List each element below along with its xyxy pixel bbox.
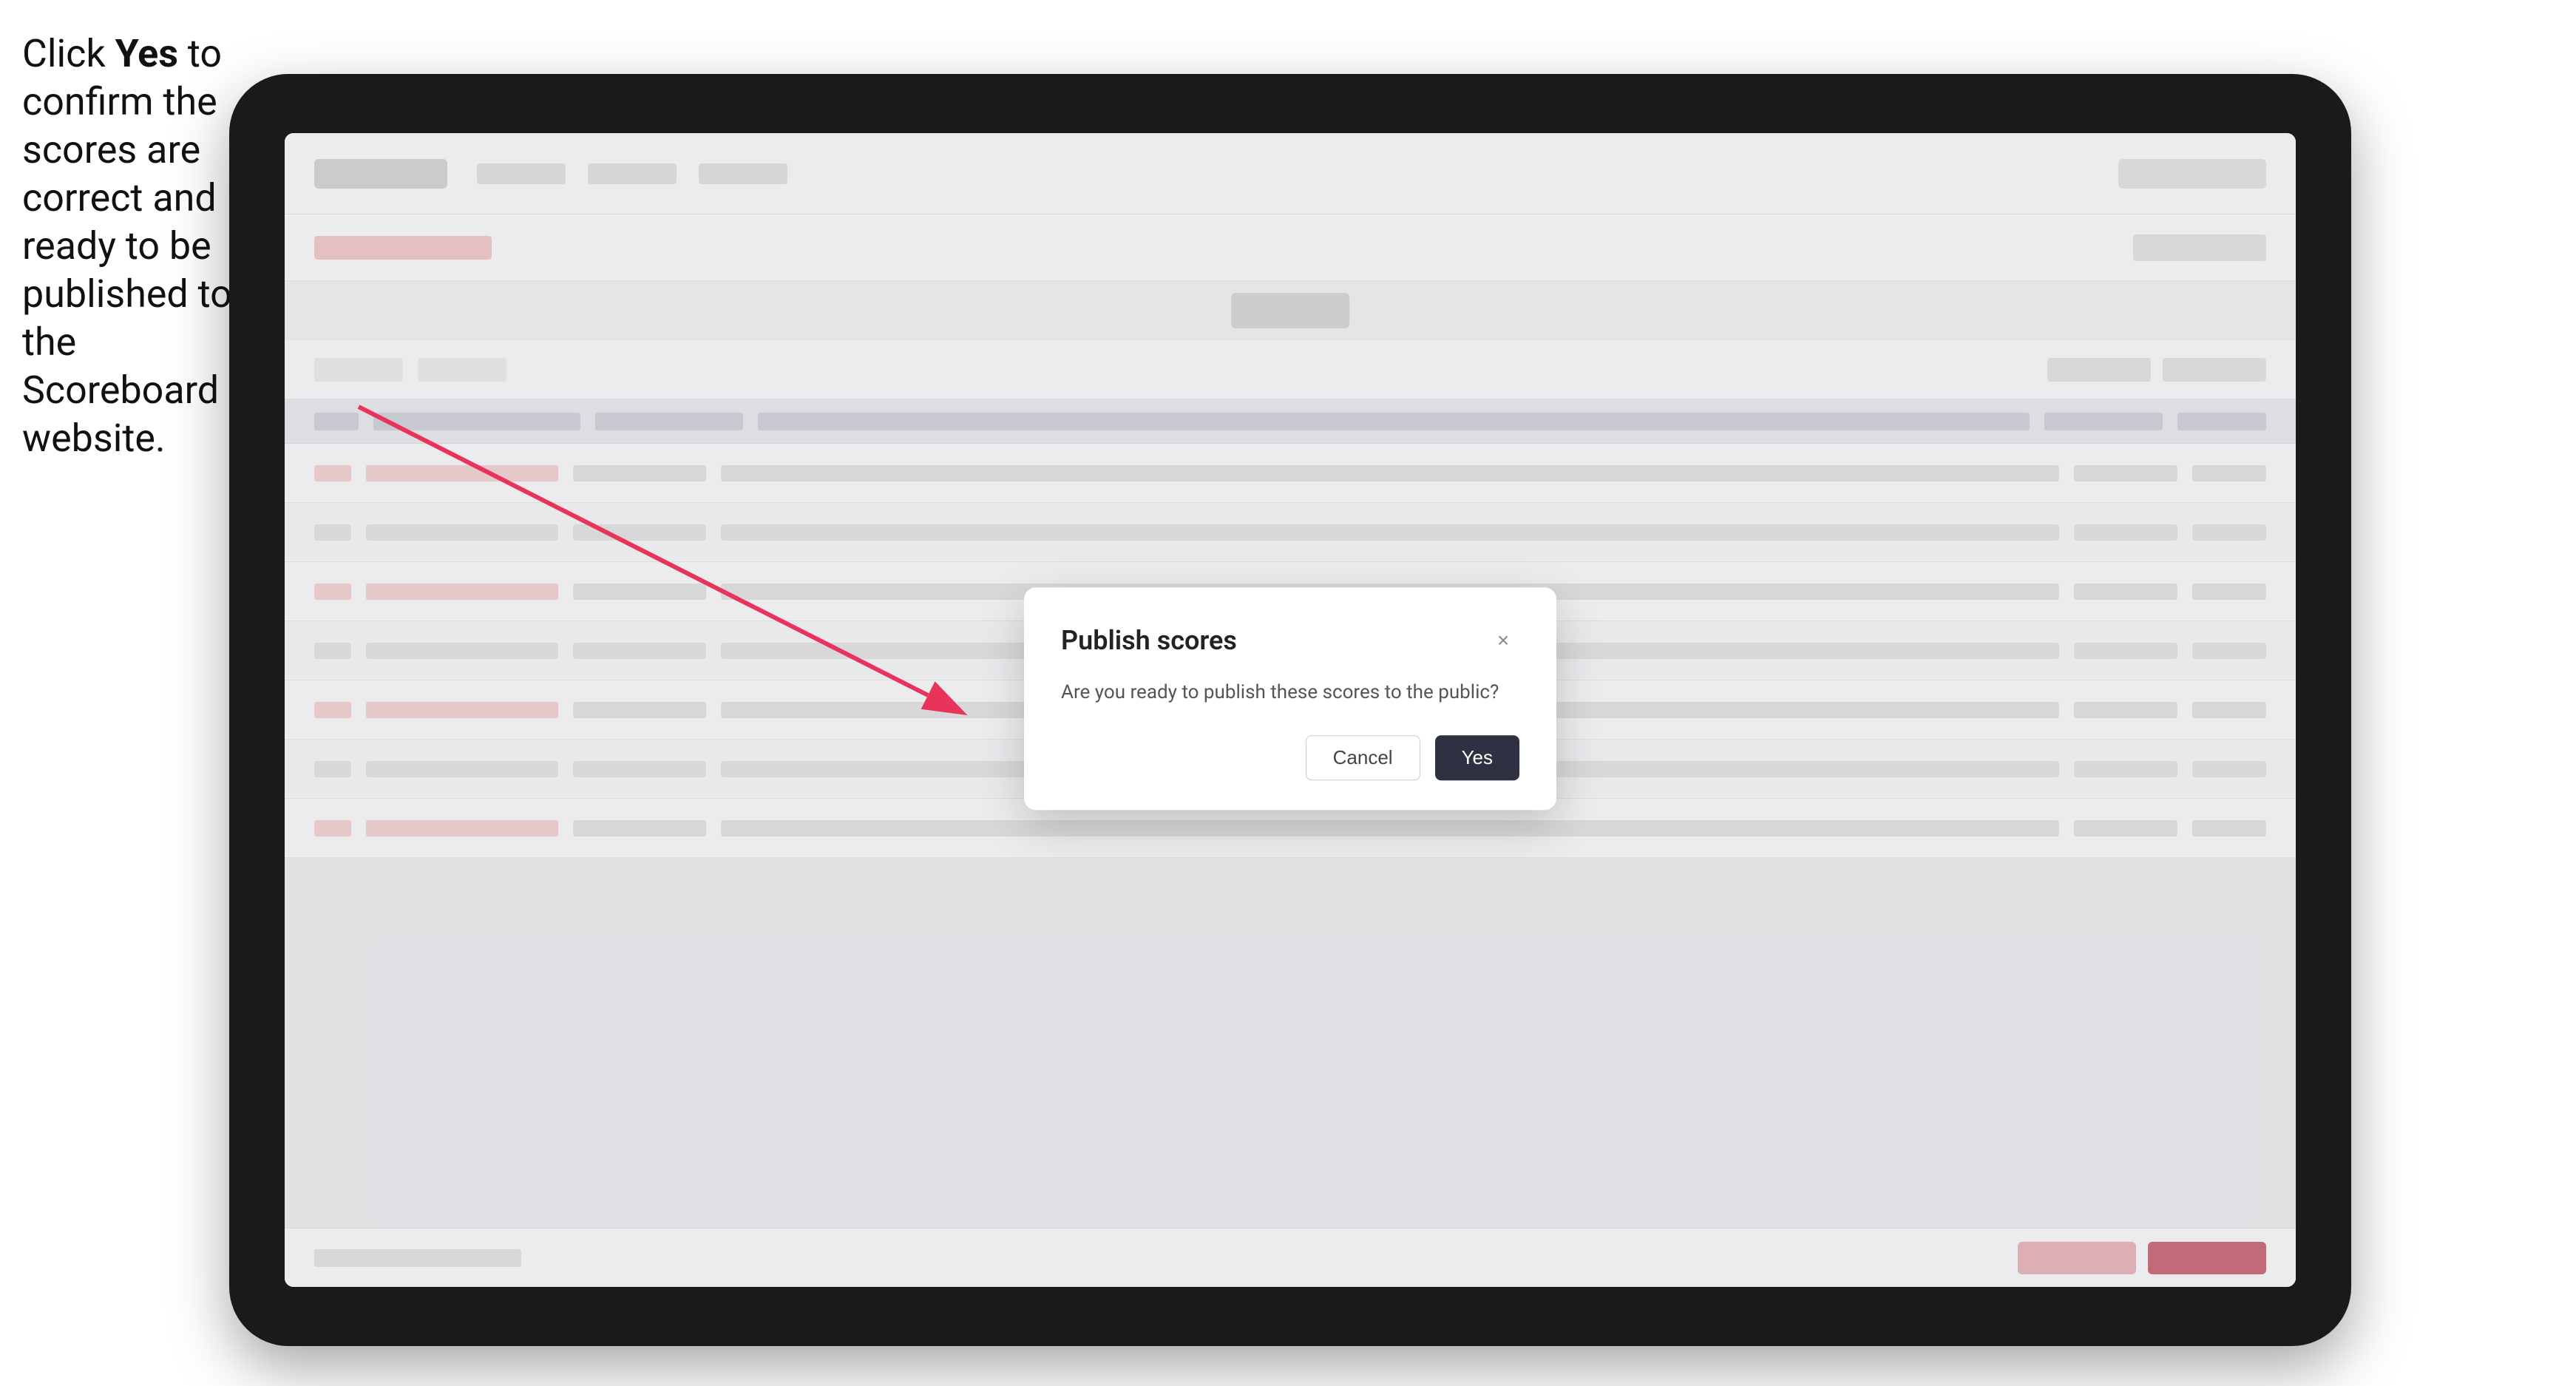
instruction-text: Click Yes to confirm the scores are corr… [22, 30, 237, 462]
tablet-device: Publish scores × Are you ready to publis… [229, 74, 2351, 1346]
arrow-indicator [285, 133, 2296, 1287]
tablet-screen: Publish scores × Are you ready to publis… [285, 133, 2296, 1287]
instruction-bold: Yes [115, 31, 178, 76]
